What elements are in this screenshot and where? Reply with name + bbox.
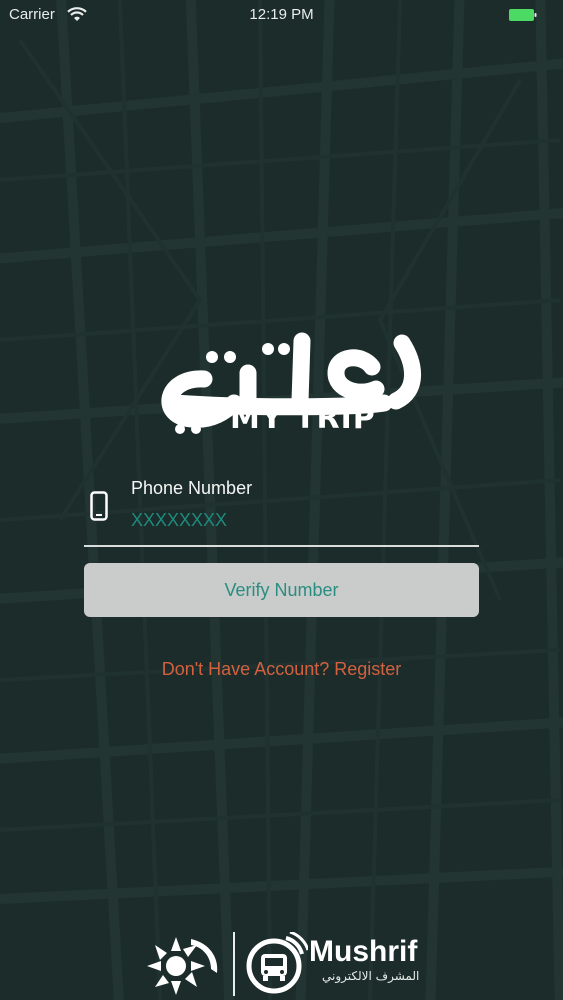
- bus-icon: [246, 932, 308, 994]
- status-time: 12:19 PM: [249, 6, 314, 23]
- verify-number-button[interactable]: Verify Number: [84, 563, 479, 617]
- emblem-logo: [147, 937, 218, 995]
- footer-divider: [233, 932, 235, 996]
- phone-input-underline: [84, 545, 479, 547]
- register-link[interactable]: Don't Have Account? Register: [0, 659, 563, 680]
- status-bar: Carrier 12:19 PM: [0, 0, 563, 30]
- phone-number-input[interactable]: [131, 507, 461, 533]
- mushrif-brand-name: Mushrif: [309, 935, 418, 968]
- mobile-phone-icon: [90, 491, 108, 521]
- battery-icon: [509, 9, 537, 21]
- my-trip-logo-text: MY TRIP: [230, 401, 376, 436]
- phone-number-label: Phone Number: [131, 478, 253, 498]
- mushrif-brand-subtitle: المشرف الالكتروني: [322, 969, 420, 983]
- map-background: [0, 0, 563, 1000]
